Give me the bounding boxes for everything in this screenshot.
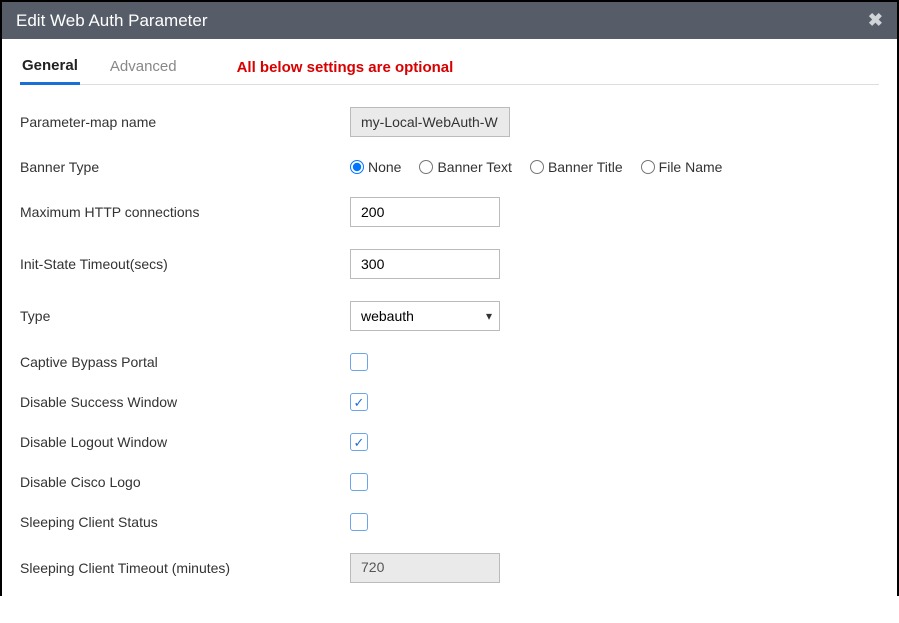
label-sleeping-client-status: Sleeping Client Status: [20, 514, 350, 530]
label-sleeping-client-timeout: Sleeping Client Timeout (minutes): [20, 560, 350, 576]
disable-success-checkbox[interactable]: [350, 393, 368, 411]
tab-bar: General Advanced All below settings are …: [20, 51, 879, 85]
row-banner-type: Banner Type None Banner Text Banner Titl…: [20, 159, 879, 175]
param-map-name-value: my-Local-WebAuth-W: [350, 107, 510, 137]
row-max-http: Maximum HTTP connections: [20, 197, 879, 227]
tab-advanced[interactable]: Advanced: [108, 52, 179, 83]
sleeping-client-status-checkbox[interactable]: [350, 513, 368, 531]
dialog-body: General Advanced All below settings are …: [2, 39, 897, 623]
close-icon[interactable]: ✖: [868, 10, 883, 31]
banner-type-radio-group: None Banner Text Banner Title File Name: [350, 159, 722, 175]
label-captive-bypass: Captive Bypass Portal: [20, 354, 350, 370]
label-max-http: Maximum HTTP connections: [20, 204, 350, 220]
radio-label-banner-text: Banner Text: [437, 159, 511, 175]
tab-general[interactable]: General: [20, 51, 80, 85]
dialog-title: Edit Web Auth Parameter: [16, 11, 208, 31]
row-disable-success: Disable Success Window: [20, 393, 879, 411]
radio-input-banner-title[interactable]: [530, 160, 544, 174]
row-param-map-name: Parameter-map name my-Local-WebAuth-W: [20, 107, 879, 137]
row-type: Type: [20, 301, 879, 331]
radio-label-file-name: File Name: [659, 159, 723, 175]
row-disable-logout: Disable Logout Window: [20, 433, 879, 451]
label-banner-type: Banner Type: [20, 159, 350, 175]
radio-input-file-name[interactable]: [641, 160, 655, 174]
settings-note: All below settings are optional: [237, 59, 454, 76]
row-init-state: Init-State Timeout(secs): [20, 249, 879, 279]
radio-input-banner-text[interactable]: [419, 160, 433, 174]
captive-bypass-checkbox[interactable]: [350, 353, 368, 371]
label-type: Type: [20, 308, 350, 324]
radio-banner-text[interactable]: Banner Text: [419, 159, 511, 175]
radio-banner-title[interactable]: Banner Title: [530, 159, 623, 175]
type-select-wrap: [350, 301, 500, 331]
max-http-input[interactable]: [350, 197, 500, 227]
row-sleeping-client-status: Sleeping Client Status: [20, 513, 879, 531]
radio-label-banner-title: Banner Title: [548, 159, 623, 175]
radio-banner-none[interactable]: None: [350, 159, 401, 175]
label-disable-cisco-logo: Disable Cisco Logo: [20, 474, 350, 490]
sleeping-client-timeout-value: 720: [350, 553, 500, 583]
label-param-map-name: Parameter-map name: [20, 114, 350, 130]
init-state-input[interactable]: [350, 249, 500, 279]
label-disable-logout: Disable Logout Window: [20, 434, 350, 450]
row-disable-cisco-logo: Disable Cisco Logo: [20, 473, 879, 491]
label-disable-success: Disable Success Window: [20, 394, 350, 410]
disable-cisco-logo-checkbox[interactable]: [350, 473, 368, 491]
disable-logout-checkbox[interactable]: [350, 433, 368, 451]
type-select[interactable]: [350, 301, 500, 331]
dialog: Edit Web Auth Parameter ✖ General Advanc…: [0, 0, 899, 596]
radio-label-none: None: [368, 159, 401, 175]
row-sleeping-client-timeout: Sleeping Client Timeout (minutes) 720: [20, 553, 879, 583]
radio-file-name[interactable]: File Name: [641, 159, 723, 175]
radio-input-none[interactable]: [350, 160, 364, 174]
row-captive-bypass: Captive Bypass Portal: [20, 353, 879, 371]
label-init-state: Init-State Timeout(secs): [20, 256, 350, 272]
dialog-header: Edit Web Auth Parameter ✖: [2, 2, 897, 39]
